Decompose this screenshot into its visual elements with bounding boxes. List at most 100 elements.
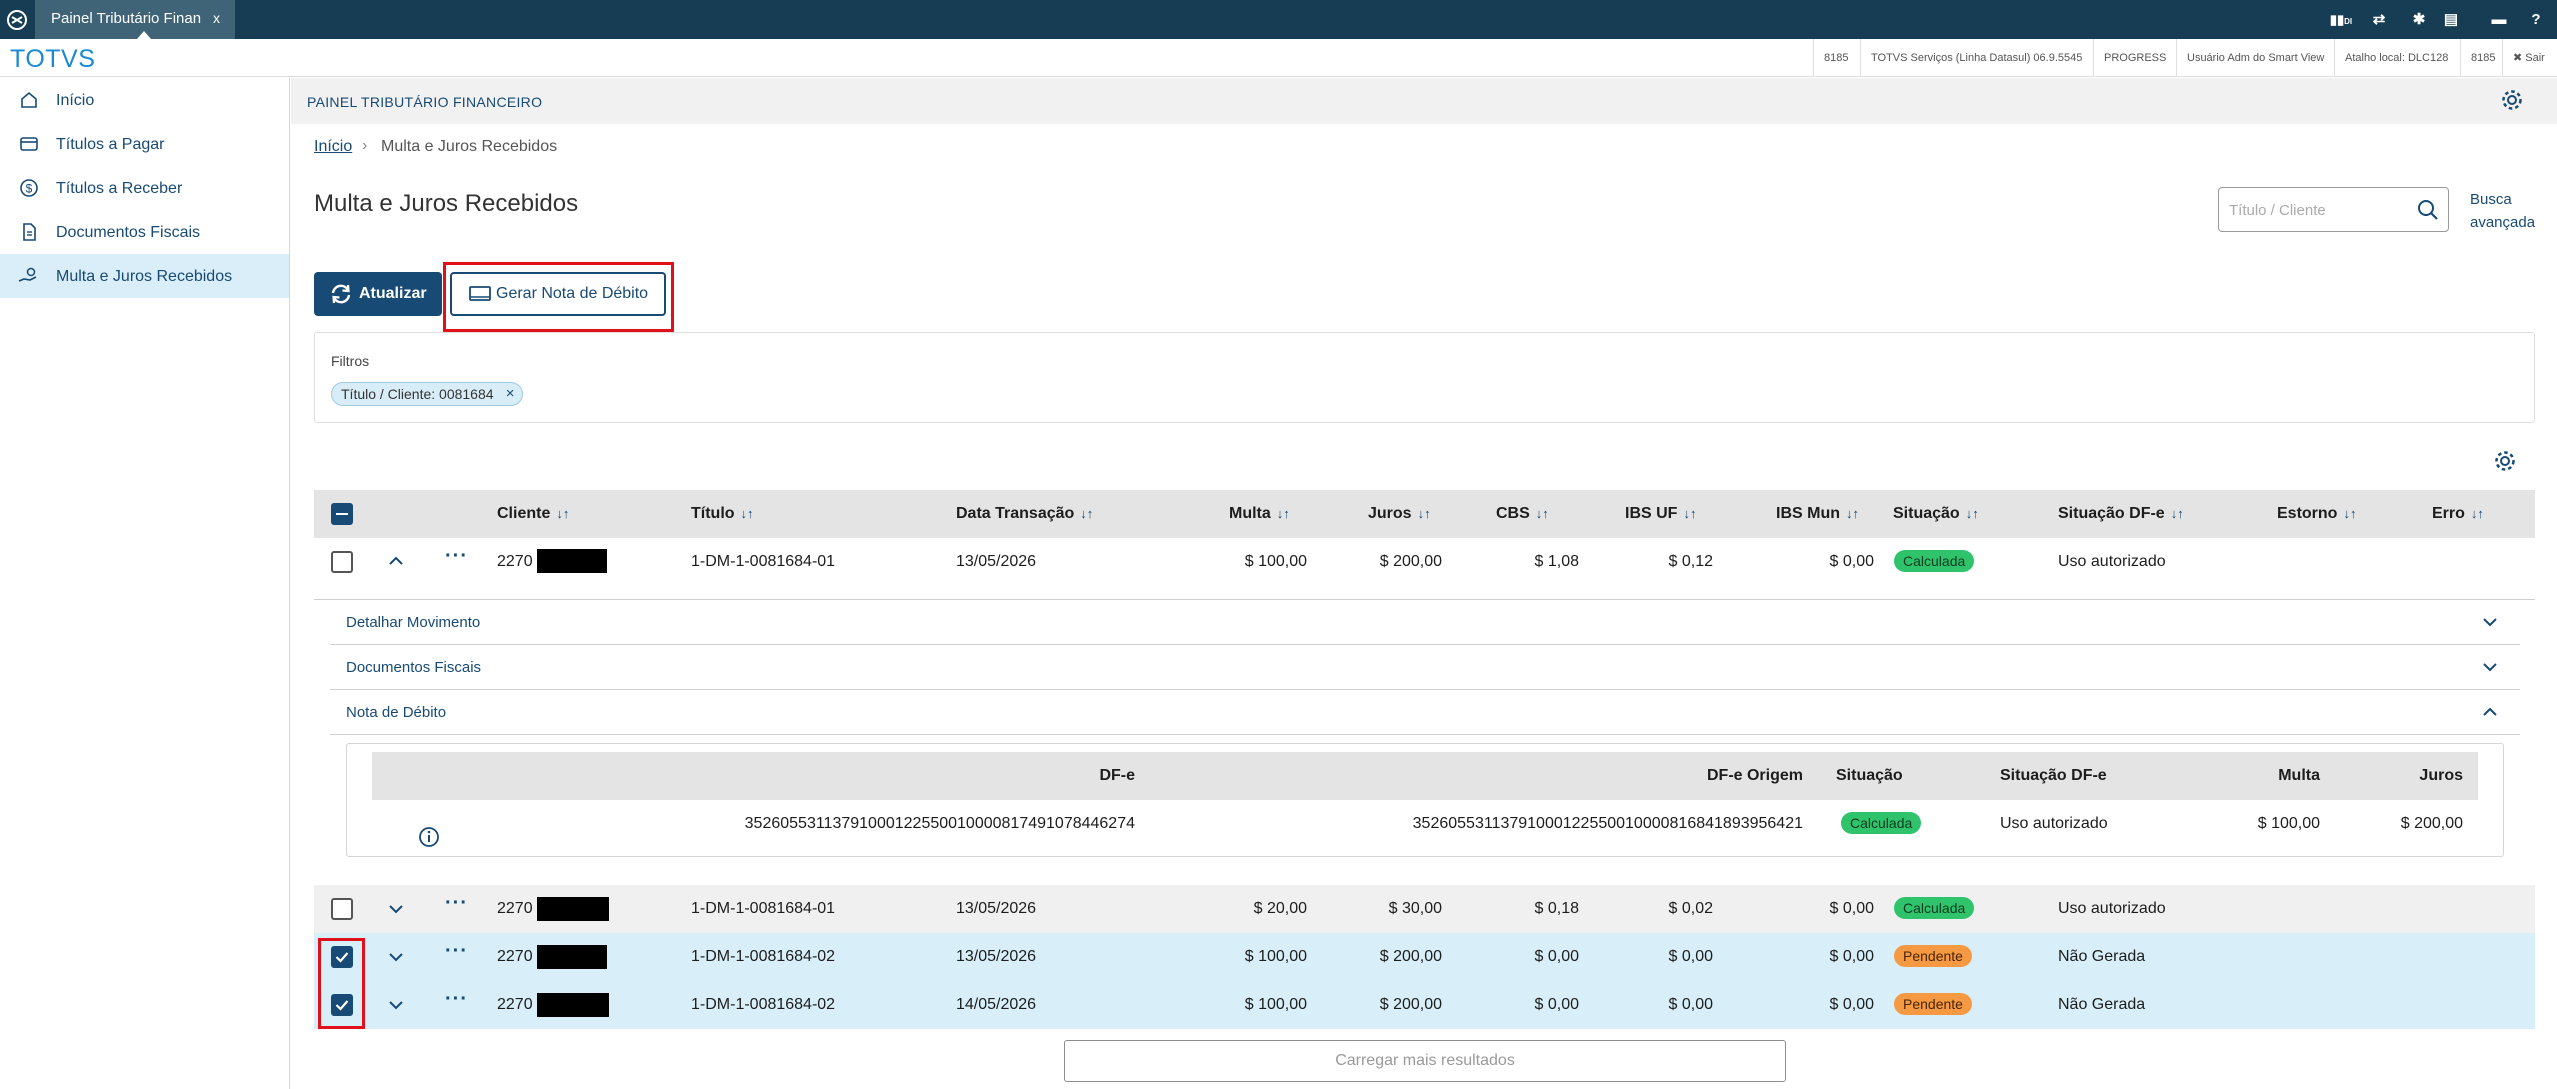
chevron-right-icon: › (362, 137, 368, 154)
shuffle-icon[interactable]: ⇄ (2368, 9, 2390, 31)
col-ibs-uf[interactable]: IBS UF ↓↑ (1625, 505, 1696, 523)
info-user: Usuário Adm do Smart View (2176, 39, 2334, 77)
app-logo-icon (7, 10, 27, 30)
more-actions-icon[interactable]: ··· (445, 940, 468, 963)
col-juros[interactable]: Juros ↓↑ (1368, 505, 1431, 523)
col-ibs-mun[interactable]: IBS Mun ↓↑ (1776, 505, 1859, 523)
sidebar-item-titulos-receber[interactable]: $ Títulos a Receber (0, 166, 289, 210)
highlight-box-checkboxes (318, 938, 365, 1029)
table-row[interactable]: ··· 2270 1-DM-1-0081684-01 13/05/2026 $ … (314, 538, 2535, 600)
cell-multa: $ 20,00 (1253, 900, 1307, 917)
cell-ibs-mun: $ 0,00 (1829, 996, 1874, 1013)
info-database: PROGRESS (2093, 39, 2176, 77)
chevron-down-icon[interactable] (386, 899, 406, 919)
logout-button[interactable]: ✖ Sair (2502, 39, 2555, 77)
table-row[interactable]: ··· 2270 1-DM-1-0081684-02 14/05/2026 $ … (314, 981, 2535, 1029)
search-input[interactable] (2229, 199, 2409, 221)
settings-gear-icon[interactable] (2500, 88, 2524, 112)
cell-juros: $ 30,00 (1388, 900, 1442, 917)
section-detalhar-movimento[interactable]: Detalhar Movimento (330, 600, 2520, 645)
sub-cell-situacao-dfe: Uso autorizado (2000, 815, 2108, 832)
sub-table-header: DF-e DF-e Origem Situação Situação DF-e … (372, 752, 2478, 800)
more-actions-icon[interactable]: ··· (445, 545, 468, 568)
tab-title: Painel Tributário Finan (51, 10, 202, 27)
sidebar-item-documentos-fiscais[interactable]: Documentos Fiscais (0, 210, 289, 254)
col-situacao-dfe[interactable]: Situação DF-e ↓↑ (2058, 505, 2184, 523)
chevron-up-icon[interactable] (2480, 702, 2500, 722)
sub-col-situacao: Situação (1836, 767, 1903, 784)
info-bar: TOTVS 8185 TOTVS Serviços (Linha Datasul… (0, 39, 2557, 77)
signal-icon[interactable]: ▮▮DI (2325, 9, 2357, 31)
svg-text:$: $ (26, 182, 33, 196)
cell-cliente: 2270 (497, 553, 533, 570)
col-erro[interactable]: Erro ↓↑ (2432, 505, 2484, 523)
help-icon[interactable]: ? (2525, 9, 2547, 31)
col-cbs[interactable]: CBS ↓↑ (1496, 505, 1549, 523)
gear-icon[interactable]: ✱ (2408, 9, 2430, 31)
chevron-down-icon[interactable] (386, 995, 406, 1015)
cell-data: 14/05/2026 (956, 996, 1037, 1013)
tab-close-button[interactable]: x (213, 10, 220, 26)
sidebar-item-multa-juros[interactable]: Multa e Juros Recebidos (0, 254, 289, 298)
cell-multa: $ 100,00 (1244, 553, 1307, 570)
page-section-header: PAINEL TRIBUTÁRIO FINANCEIRO (291, 78, 2557, 124)
col-titulo[interactable]: Título ↓↑ (691, 505, 754, 523)
cell-cbs: $ 0,00 (1534, 948, 1579, 965)
hand-money-icon (18, 267, 37, 282)
sidebar-item-inicio[interactable]: Início (0, 78, 289, 122)
col-cliente[interactable]: Cliente ↓↑ (497, 505, 569, 523)
col-estorno[interactable]: Estorno ↓↑ (2277, 505, 2356, 523)
col-multa[interactable]: Multa ↓↑ (1229, 505, 1290, 523)
sidebar: Início Títulos a Pagar $ Títulos a Receb… (0, 78, 290, 1089)
info-icon[interactable] (418, 826, 440, 848)
cell-situacao-dfe: Uso autorizado (2058, 900, 2166, 917)
col-situacao[interactable]: Situação ↓↑ (1893, 505, 1979, 523)
cell-cliente: 2270 (497, 900, 533, 917)
cell-situacao-dfe: Não Gerada (2058, 948, 2146, 965)
browser-tab[interactable]: Painel Tributário Finan x (35, 0, 235, 39)
cell-cbs: $ 0,00 (1534, 996, 1579, 1013)
page-title: Multa e Juros Recebidos (314, 190, 579, 217)
advanced-search-link[interactable]: Busca avançada (2470, 188, 2540, 234)
section-documentos-fiscais[interactable]: Documentos Fiscais (330, 645, 2520, 690)
section-title: PAINEL TRIBUTÁRIO FINANCEIRO (307, 94, 543, 110)
section-nota-debito[interactable]: Nota de Débito (330, 690, 2520, 735)
row-checkbox[interactable] (331, 551, 353, 573)
refresh-icon (331, 284, 351, 304)
chevron-down-icon[interactable] (2480, 657, 2500, 677)
document-icon[interactable]: ▤ (2440, 9, 2462, 31)
refresh-button[interactable]: Atualizar (314, 272, 442, 316)
remove-filter-icon[interactable]: × (506, 385, 515, 402)
breadcrumb-home-link[interactable]: Início (314, 138, 352, 156)
table-settings-gear-icon[interactable] (2493, 449, 2517, 473)
table-row[interactable]: ··· 2270 1-DM-1-0081684-02 13/05/2026 $ … (314, 933, 2535, 981)
cell-multa: $ 100,00 (1244, 996, 1307, 1013)
load-more-button[interactable]: Carregar mais resultados (1064, 1040, 1786, 1082)
info-code-2: 8185 (2460, 39, 2505, 77)
chevron-down-icon[interactable] (2480, 612, 2500, 632)
cell-cbs: $ 0,18 (1534, 900, 1579, 917)
row-checkbox[interactable] (331, 898, 353, 920)
chevron-up-icon[interactable] (386, 551, 406, 571)
search-icon[interactable] (2416, 198, 2440, 222)
chat-icon[interactable]: ▬ (2488, 9, 2510, 31)
status-badge: Pendente (1894, 993, 1972, 1015)
filters-panel: Filtros Título / Cliente: 0081684 × (314, 332, 2535, 423)
cell-ibs-uf: $ 0,00 (1668, 996, 1713, 1013)
more-actions-icon[interactable]: ··· (445, 892, 468, 915)
sidebar-item-titulos-pagar[interactable]: Títulos a Pagar (0, 122, 289, 166)
cell-ibs-uf: $ 0,00 (1668, 948, 1713, 965)
cell-data: 13/05/2026 (956, 900, 1037, 917)
status-badge: Pendente (1894, 945, 1972, 967)
select-all-checkbox[interactable] (331, 503, 353, 525)
table-row[interactable]: ··· 2270 1-DM-1-0081684-01 13/05/2026 $ … (314, 885, 2535, 933)
filter-chip[interactable]: Título / Cliente: 0081684 × (331, 382, 523, 406)
sub-cell-juros: $ 200,00 (2400, 815, 2463, 832)
col-data[interactable]: Data Transação ↓↑ (956, 505, 1093, 523)
chevron-down-icon[interactable] (386, 947, 406, 967)
cell-titulo: 1-DM-1-0081684-02 (691, 948, 836, 965)
redacted-block (537, 945, 607, 969)
redacted-block (537, 897, 609, 921)
filters-label: Filtros (331, 353, 370, 369)
more-actions-icon[interactable]: ··· (445, 988, 468, 1011)
